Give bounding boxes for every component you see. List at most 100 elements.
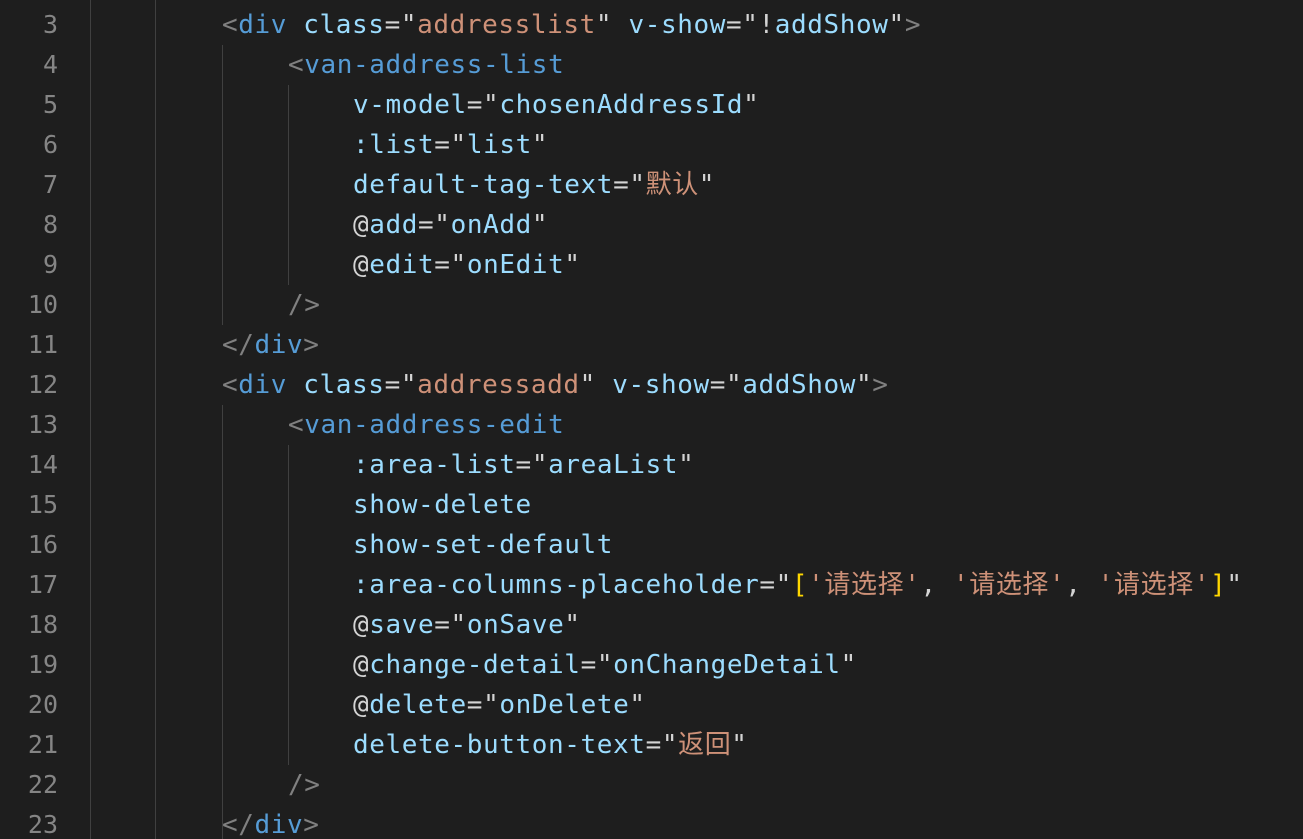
code-token: /> <box>288 770 321 800</box>
line-number: 14 <box>27 450 58 479</box>
code-line[interactable]: 23 </div> <box>0 805 1303 839</box>
line-number: 10 <box>27 290 58 319</box>
line-code: @delete="onDelete" <box>353 685 646 725</box>
code-token: " <box>698 170 716 200</box>
line-code: /> <box>288 765 321 805</box>
line-code: show-delete <box>353 485 532 525</box>
code-token: addresslist <box>417 10 596 40</box>
code-token: = <box>434 610 451 640</box>
code-line[interactable]: 3 <div class="addresslist" v-show="!addSh… <box>0 5 1303 45</box>
code-token: < <box>288 410 305 440</box>
code-line[interactable]: 6:list="list" <box>0 125 1303 165</box>
code-line[interactable]: 22 /> <box>0 765 1303 805</box>
line-number: 19 <box>27 650 58 679</box>
code-token: edit <box>369 250 435 280</box>
line-code: delete-button-text="返回" <box>353 725 748 765</box>
code-token: v-show <box>628 10 726 40</box>
code-token: onAdd <box>450 210 532 240</box>
code-line[interactable]: 4 <van-address-list <box>0 45 1303 85</box>
code-token: div <box>254 330 304 360</box>
code-token: " <box>731 730 748 760</box>
code-token: , <box>1065 570 1098 600</box>
line-code: <van-address-list <box>288 45 564 85</box>
code-line[interactable]: 18 @save="onSave" <box>0 605 1303 645</box>
code-token: div <box>254 810 304 839</box>
line-code: <div class="addresslist" v-show="!addSho… <box>222 5 921 45</box>
code-token: = <box>384 370 401 400</box>
code-line[interactable]: 21 delete-button-text="返回" <box>0 725 1303 765</box>
line-code: @change-detail="onChangeDetail" <box>353 645 857 685</box>
code-token: class <box>303 10 385 40</box>
code-line[interactable]: 9 @edit="onEdit" <box>0 245 1303 285</box>
line-number: 22 <box>27 770 58 799</box>
code-token: v-model <box>353 90 467 120</box>
code-token: @ <box>353 690 370 720</box>
code-token: /> <box>288 290 321 320</box>
code-token: addShow <box>742 370 857 400</box>
code-token: > <box>303 330 320 360</box>
code-line[interactable]: 7 default-tag-text="默认" <box>0 165 1303 205</box>
code-token: onSave <box>466 610 565 640</box>
line-code: v-model="chosenAddressId" <box>353 85 759 125</box>
code-token: @ <box>353 610 370 640</box>
line-code: :area-columns-placeholder="['请选择', '请选择'… <box>353 565 1243 605</box>
line-number: 18 <box>27 610 58 639</box>
code-token: " <box>661 730 679 760</box>
code-line[interactable]: 20 @delete="onDelete" <box>0 685 1303 725</box>
code-line[interactable]: 10 /> <box>0 285 1303 325</box>
code-token: = <box>515 450 532 480</box>
code-token: " <box>564 250 581 280</box>
code-token: " <box>856 370 873 400</box>
code-token: '请选择' <box>1097 570 1211 600</box>
line-number: 16 <box>27 530 58 559</box>
code-token: > <box>872 370 889 400</box>
line-number: 11 <box>27 330 58 359</box>
line-code: <div class="addressadd" v-show="addShow"… <box>222 365 889 405</box>
code-token: </ <box>222 810 255 839</box>
code-token: '请选择' <box>952 570 1066 600</box>
code-editor[interactable]: 3 <div class="addresslist" v-show="!addSh… <box>0 0 1303 839</box>
code-token: " <box>400 370 418 400</box>
line-code: @edit="onEdit" <box>353 245 581 285</box>
code-token: " <box>483 90 500 120</box>
code-token: < <box>288 50 305 80</box>
code-token: v-show <box>612 370 710 400</box>
code-token: " <box>629 690 646 720</box>
code-token: show-delete <box>353 490 532 520</box>
code-line[interactable]: 13 <van-address-edit <box>0 405 1303 445</box>
code-line[interactable]: 5 v-model="chosenAddressId" <box>0 85 1303 125</box>
code-token: :area-columns-placeholder <box>353 570 760 600</box>
code-token: " <box>595 10 613 40</box>
line-number: 9 <box>42 250 58 279</box>
code-token: " <box>564 610 581 640</box>
line-code: default-tag-text="默认" <box>353 165 715 205</box>
code-token: = <box>759 570 776 600</box>
line-number: 23 <box>27 810 58 839</box>
code-token: :list <box>353 130 435 160</box>
code-token: onDelete <box>499 690 630 720</box>
line-number: 6 <box>42 130 58 159</box>
code-token: van-address-edit <box>304 410 565 440</box>
line-code: </div> <box>222 805 320 839</box>
code-line[interactable]: 17:area-columns-placeholder="['请选择', '请选… <box>0 565 1303 605</box>
code-line[interactable]: 14:area-list="areaList" <box>0 445 1303 485</box>
code-line[interactable]: 11 </div> <box>0 325 1303 365</box>
code-token: div <box>238 10 288 40</box>
code-line[interactable]: 12 <div class="addressadd" v-show="addSho… <box>0 365 1303 405</box>
code-line[interactable]: 16 show-set-default <box>0 525 1303 565</box>
code-token: < <box>222 10 239 40</box>
code-token: " <box>450 130 467 160</box>
line-number: 21 <box>27 730 58 759</box>
code-token: delete <box>369 690 467 720</box>
code-line[interactable]: 19 @change-detail="onChangeDetail" <box>0 645 1303 685</box>
code-token: addressadd <box>417 370 580 400</box>
code-line[interactable]: 8 @add="onAdd" <box>0 205 1303 245</box>
code-line[interactable]: 15 show-delete <box>0 485 1303 525</box>
code-token: = <box>466 690 484 720</box>
code-token: " <box>579 370 596 400</box>
code-token: , <box>920 570 953 600</box>
code-token: save <box>369 610 435 640</box>
code-token: change-detail <box>369 650 581 680</box>
